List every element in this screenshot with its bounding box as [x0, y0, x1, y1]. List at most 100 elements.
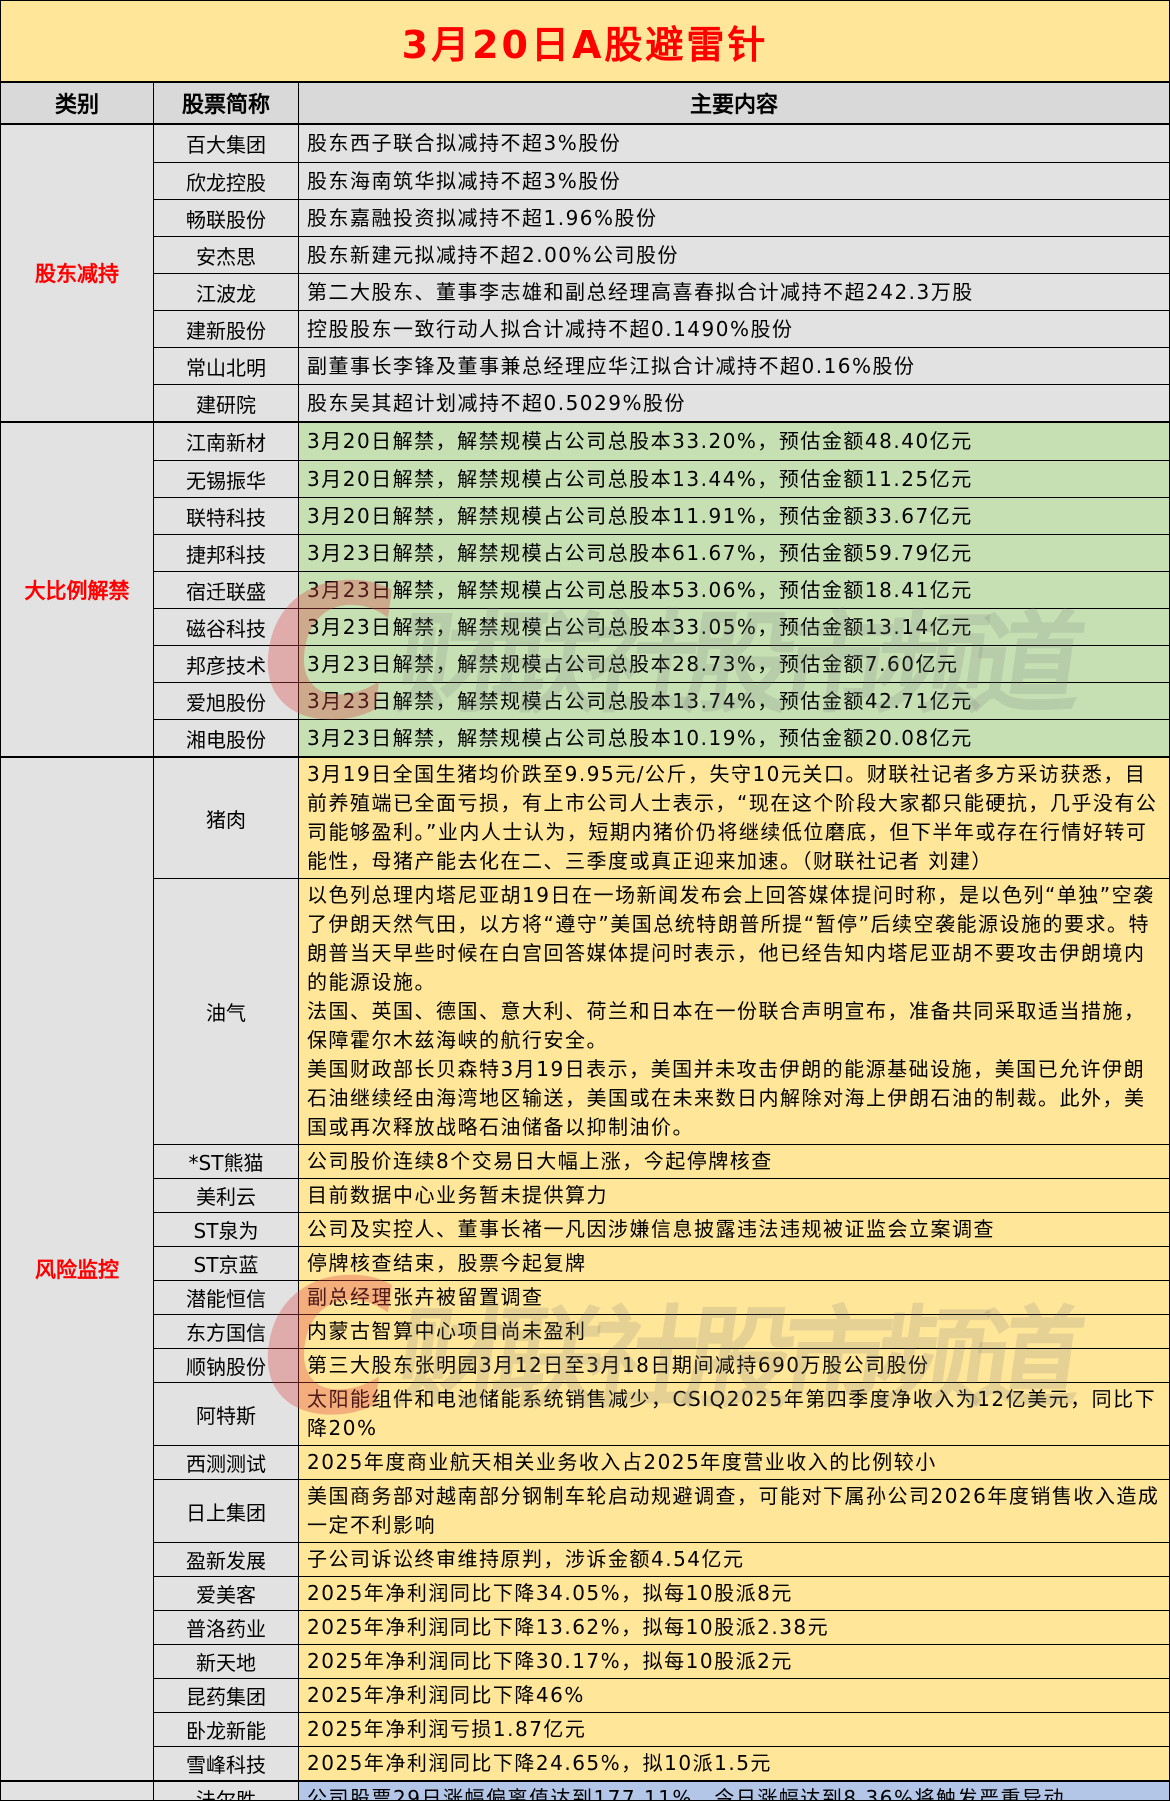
stock-name-cell: 顺钠股份	[154, 1349, 299, 1382]
content-cell: 3月23日解禁，解禁规模占公司总股本10.19%，预估金额20.08亿元	[299, 720, 1169, 756]
content-cell: 停牌核查结束，股票今起复牌	[299, 1247, 1169, 1280]
content-cell: 第三大股东张明园3月12日至3月18日期间减持690万股公司股份	[299, 1349, 1169, 1382]
content-cell: 副董事长李锋及董事兼总经理应华江拟合计减持不超0.16%股份	[299, 348, 1169, 384]
table-row: 常山北明 副董事长李锋及董事兼总经理应华江拟合计减持不超0.16%股份	[154, 347, 1169, 384]
category-label: 严重异动提醒	[1, 1782, 154, 1800]
stock-name-cell: 普洛药业	[154, 1611, 299, 1644]
table-row: 安杰思 股东新建元拟减持不超2.00%公司股份	[154, 236, 1169, 273]
stock-name-cell: 磁谷科技	[154, 609, 299, 645]
table-row: 湘电股份 3月23日解禁，解禁规模占公司总股本10.19%，预估金额20.08亿元	[154, 719, 1169, 756]
table-row: 东方国信 内蒙古智算中心项目尚未盈利	[154, 1314, 1169, 1348]
section-risk-monitor: 风险监控 猪肉 3月19日全国生猪均价跌至9.95元/公斤，失守10元关口。财联社记…	[1, 756, 1169, 1780]
stock-name-cell: ST泉为	[154, 1213, 299, 1246]
table-row: 宿迁联盛 3月23日解禁，解禁规模占公司总股本53.06%，预估金额18.41亿元	[154, 571, 1169, 608]
section-rows: 法尔胜 公司股票29日涨幅偏离值达到177.11%，今日涨幅达到8.36%将触发严…	[154, 1782, 1169, 1800]
stock-name-cell: 东方国信	[154, 1315, 299, 1348]
category-label: 大比例解禁	[1, 423, 154, 756]
content-cell: 2025年净利润同比下降13.62%，拟每10股派2.38元	[299, 1611, 1169, 1644]
category-label: 风险监控	[1, 758, 154, 1780]
column-header-content: 主要内容	[689, 93, 778, 118]
content-cell: 3月19日全国生猪均价跌至9.95元/公斤，失守10元关口。财联社记者多方采访获…	[299, 758, 1169, 878]
table-row: 法尔胜 公司股票29日涨幅偏离值达到177.11%，今日涨幅达到8.36%将触发严…	[154, 1782, 1169, 1800]
stock-name-cell: 盈新发展	[154, 1543, 299, 1576]
content-cell: 美国商务部对越南部分钢制车轮启动规避调查，可能对下属孙公司2026年度销售收入造…	[299, 1480, 1169, 1542]
stock-name-cell: 卧龙新能	[154, 1713, 299, 1746]
content-cell: 2025年净利润亏损1.87亿元	[299, 1713, 1169, 1746]
table-row: 昆药集团 2025年净利润同比下降46%	[154, 1678, 1169, 1712]
table-row: 百大集团 股东西子联合拟减持不超3%股份	[154, 125, 1169, 162]
table-row: 无锡振华 3月20日解禁，解禁规模占公司总股本13.44%，预估金额11.25亿元	[154, 460, 1169, 497]
content-cell: 目前数据中心业务暂未提供算力	[299, 1179, 1169, 1212]
table-row: 油气 以色列总理内塔尼亚胡19日在一场新闻发布会上回答媒体提问时称，是以色列“单独…	[154, 878, 1169, 1144]
page-title: 3月20日A股避雷针	[1, 1, 1169, 81]
content-cell: 公司股票29日涨幅偏离值达到177.11%，今日涨幅达到8.36%将触发严重异动	[299, 1782, 1169, 1800]
warning-table: 类别 股票简称 主要内容 股东减持 百大集团 股东西子联合拟减持不超3%股份 欣龙控股…	[1, 81, 1169, 1800]
stock-name-cell: 法尔胜	[154, 1782, 299, 1800]
stock-name-cell: 畅联股份	[154, 200, 299, 236]
table-row: 畅联股份 股东嘉融投资拟减持不超1.96%股份	[154, 199, 1169, 236]
section-severe-fluctuation-alert: 严重异动提醒法尔胜公司股票29日涨幅偏离值达到177.11%，今日涨幅达到8.3…	[1, 1780, 1169, 1800]
table-row: 卧龙新能 2025年净利润亏损1.87亿元	[154, 1712, 1169, 1746]
table-row: 顺钠股份 第三大股东张明园3月12日至3月18日期间减持690万股公司股份	[154, 1348, 1169, 1382]
stock-name-cell: 安杰思	[154, 237, 299, 273]
stock-name-cell: 邦彦技术	[154, 646, 299, 682]
table-row: 欣龙控股 股东海南筑华拟减持不超3%股份	[154, 162, 1169, 199]
table-row: ST京蓝 停牌核查结束，股票今起复牌	[154, 1246, 1169, 1280]
content-cell: 3月23日解禁，解禁规模占公司总股本13.74%，预估金额42.71亿元	[299, 683, 1169, 719]
stock-name-cell: 欣龙控股	[154, 163, 299, 199]
table-row: 阿特斯 太阳能组件和电池储能系统销售减少，CSIQ2025年第四季度净收入为12亿…	[154, 1382, 1169, 1445]
stock-name-cell: 宿迁联盛	[154, 572, 299, 608]
stock-name-cell: 江波龙	[154, 274, 299, 310]
stock-name-cell: 爱美客	[154, 1577, 299, 1610]
stock-name-cell: 建新股份	[154, 311, 299, 347]
table-row: 捷邦科技 3月23日解禁，解禁规模占公司总股本61.67%，预估金额59.79亿元	[154, 534, 1169, 571]
section-shareholder-reduction: 股东减持 百大集团 股东西子联合拟减持不超3%股份 欣龙控股 股东海南筑华拟减持不超3%…	[1, 123, 1169, 421]
stock-name-cell: 湘电股份	[154, 720, 299, 756]
content-cell: 3月20日解禁，解禁规模占公司总股本11.91%，预估金额33.67亿元	[299, 498, 1169, 534]
table-row: ST泉为 公司及实控人、董事长褚一凡因涉嫌信息披露违法违规被证监会立案调查	[154, 1212, 1169, 1246]
content-cell: 2025年净利润同比下降30.17%，拟每10股派2元	[299, 1645, 1169, 1678]
content-cell: 3月20日解禁，解禁规模占公司总股本13.44%，预估金额11.25亿元	[299, 461, 1169, 497]
stock-name-cell: 猪肉	[154, 758, 299, 878]
table-row: 西测测试 2025年度商业航天相关业务收入占2025年度营业收入的比例较小	[154, 1445, 1169, 1479]
table-header-row: 类别 股票简称 主要内容	[1, 83, 1169, 123]
table-row: 江南新材 3月20日解禁，解禁规模占公司总股本33.20%，预估金额48.40亿元	[154, 423, 1169, 460]
table-row: 磁谷科技 3月23日解禁，解禁规模占公司总股本33.05%，预估金额13.14亿元	[154, 608, 1169, 645]
stock-name-cell: 新天地	[154, 1645, 299, 1678]
content-cell: 以色列总理内塔尼亚胡19日在一场新闻发布会上回答媒体提问时称，是以色列“单独”空…	[299, 879, 1169, 1144]
stock-name-cell: 常山北明	[154, 348, 299, 384]
stock-name-cell: 无锡振华	[154, 461, 299, 497]
content-cell: 股东嘉融投资拟减持不超1.96%股份	[299, 200, 1169, 236]
content-cell: 副总经理张卉被留置调查	[299, 1281, 1169, 1314]
stock-name-cell: ST京蓝	[154, 1247, 299, 1280]
section-rows: 百大集团 股东西子联合拟减持不超3%股份 欣龙控股 股东海南筑华拟减持不超3%股份 畅联…	[154, 125, 1169, 421]
stock-name-cell: 捷邦科技	[154, 535, 299, 571]
table-row: 猪肉 3月19日全国生猪均价跌至9.95元/公斤，失守10元关口。财联社记者多方采…	[154, 758, 1169, 878]
content-cell: 3月23日解禁，解禁规模占公司总股本61.67%，预估金额59.79亿元	[299, 535, 1169, 571]
stock-name-cell: 阿特斯	[154, 1383, 299, 1445]
table-row: 联特科技 3月20日解禁，解禁规模占公司总股本11.91%，预估金额33.67亿元	[154, 497, 1169, 534]
table-row: 江波龙 第二大股东、董事李志雄和副总经理高喜春拟合计减持不超242.3万股	[154, 273, 1169, 310]
table-row: 日上集团 美国商务部对越南部分钢制车轮启动规避调查，可能对下属孙公司2026年度销…	[154, 1479, 1169, 1542]
content-cell: 第二大股东、董事李志雄和副总经理高喜春拟合计减持不超242.3万股	[299, 274, 1169, 310]
table-row: 爱旭股份 3月23日解禁，解禁规模占公司总股本13.74%，预估金额42.71亿元	[154, 682, 1169, 719]
table-row: 普洛药业 2025年净利润同比下降13.62%，拟每10股派2.38元	[154, 1610, 1169, 1644]
content-cell: 内蒙古智算中心项目尚未盈利	[299, 1315, 1169, 1348]
content-cell: 太阳能组件和电池储能系统销售减少，CSIQ2025年第四季度净收入为12亿美元，…	[299, 1383, 1169, 1445]
table-row: 雪峰科技 2025年净利润同比下降24.65%，拟10派1.5元	[154, 1746, 1169, 1780]
table-row: 潜能恒信 副总经理张卉被留置调查	[154, 1280, 1169, 1314]
stock-name-cell: 日上集团	[154, 1480, 299, 1542]
table-row: 建研院 股东吴其超计划减持不超0.5029%股份	[154, 384, 1169, 421]
section-rows: 猪肉 3月19日全国生猪均价跌至9.95元/公斤，失守10元关口。财联社记者多方采…	[154, 758, 1169, 1780]
stock-name-cell: 爱旭股份	[154, 683, 299, 719]
content-cell: 3月23日解禁，解禁规模占公司总股本53.06%，预估金额18.41亿元	[299, 572, 1169, 608]
content-cell: 公司及实控人、董事长褚一凡因涉嫌信息披露违法违规被证监会立案调查	[299, 1213, 1169, 1246]
stock-name-cell: 昆药集团	[154, 1679, 299, 1712]
table-row: 邦彦技术 3月23日解禁，解禁规模占公司总股本28.73%，预估金额7.60亿元	[154, 645, 1169, 682]
stock-name-cell: 潜能恒信	[154, 1281, 299, 1314]
content-cell: 股东海南筑华拟减持不超3%股份	[299, 163, 1169, 199]
content-cell: 2025年净利润同比下降24.65%，拟10派1.5元	[299, 1747, 1169, 1780]
column-header-stock: 股票简称	[154, 83, 299, 123]
content-cell: 公司股价连续8个交易日大幅上涨，今起停牌核查	[299, 1145, 1169, 1178]
stock-name-cell: 美利云	[154, 1179, 299, 1212]
